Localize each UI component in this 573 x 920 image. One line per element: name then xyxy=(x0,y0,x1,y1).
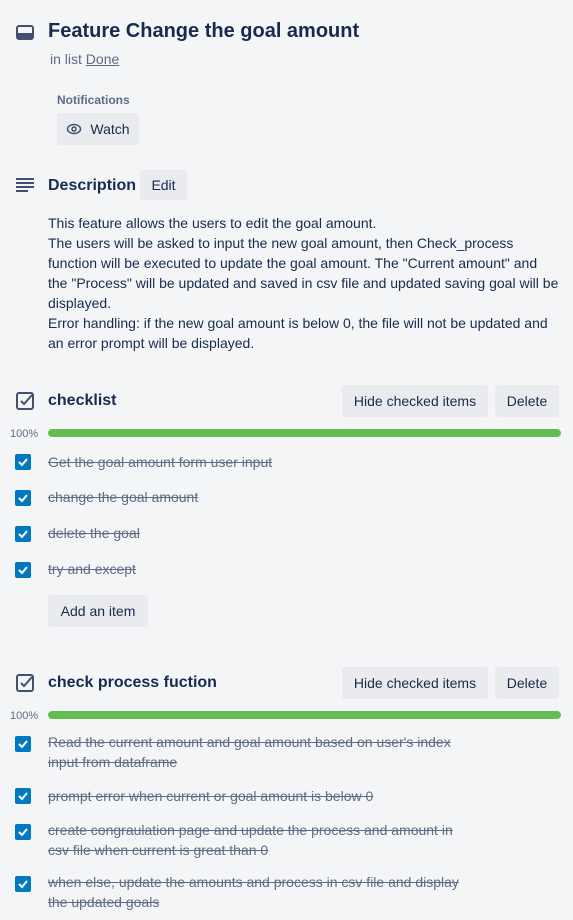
edit-description-button[interactable]: Edit xyxy=(140,170,187,200)
watch-button[interactable]: Watch xyxy=(57,113,139,145)
card-icon xyxy=(14,22,36,44)
checklist-title: check process fuction xyxy=(48,674,217,691)
delete-checklist-button[interactable]: Delete xyxy=(495,385,559,417)
card-title: Feature Change the goal amount xyxy=(48,20,360,42)
checkbox[interactable] xyxy=(15,736,31,752)
checklist-item-text[interactable]: try and except xyxy=(48,559,468,579)
checkbox[interactable] xyxy=(15,490,31,506)
checklist-item-text[interactable]: Read the current amount and goal amount … xyxy=(48,732,468,772)
checklist-icon xyxy=(14,672,36,694)
checklist-item-text[interactable]: when else, update the amounts and proces… xyxy=(48,872,468,912)
checklist-item-text[interactable]: change the goal amount xyxy=(48,487,468,507)
progress-percent: 100% xyxy=(10,428,39,440)
checklist-title: checklist xyxy=(48,392,117,409)
in-list-text: in list Done xyxy=(50,51,119,67)
watch-label: Watch xyxy=(90,121,130,137)
description-body: This feature allows the users to edit th… xyxy=(48,213,560,353)
hide-checked-items-button[interactable]: Hide checked items xyxy=(342,385,488,417)
checkmark-icon xyxy=(18,828,28,837)
checkmark-icon xyxy=(18,880,28,889)
checkbox[interactable] xyxy=(15,526,31,542)
checkmark-icon xyxy=(18,494,28,503)
checkbox[interactable] xyxy=(15,876,31,892)
progress-percent: 100% xyxy=(10,710,39,722)
progress-bar xyxy=(48,429,561,437)
description-lines-icon xyxy=(14,174,36,196)
checklist-item-text[interactable]: delete the goal xyxy=(48,523,468,543)
delete-checklist-button[interactable]: Delete xyxy=(495,667,559,699)
description-line: Error handling: if the new goal amount i… xyxy=(48,315,548,351)
checkmark-icon xyxy=(18,566,28,575)
add-item-button[interactable]: Add an item xyxy=(48,595,148,627)
description-heading: Description xyxy=(48,177,137,194)
list-link[interactable]: Done xyxy=(86,51,119,67)
in-list-prefix: in list xyxy=(50,51,82,67)
checklist-item-text[interactable]: prompt error when current or goal amount… xyxy=(48,786,468,806)
checklist-item-text[interactable]: Get the goal amount form user input xyxy=(48,452,468,472)
checkmark-icon xyxy=(18,530,28,539)
progress-fill xyxy=(48,429,561,437)
checkmark-icon xyxy=(18,458,28,467)
checkbox[interactable] xyxy=(15,562,31,578)
checkbox[interactable] xyxy=(15,788,31,804)
description-line: This feature allows the users to edit th… xyxy=(48,215,377,231)
hide-checked-items-button[interactable]: Hide checked items xyxy=(342,667,488,699)
checklist-icon xyxy=(14,390,36,412)
checklist-item-text[interactable]: create congraulation page and update the… xyxy=(48,820,468,860)
notifications-label: Notifications xyxy=(57,93,130,107)
checkmark-icon xyxy=(18,792,28,801)
checkmark-icon xyxy=(18,740,28,749)
description-line: The users will be asked to input the new… xyxy=(48,235,559,311)
progress-bar xyxy=(48,711,561,719)
eye-icon xyxy=(67,123,82,135)
checkbox[interactable] xyxy=(15,454,31,470)
checkbox[interactable] xyxy=(15,824,31,840)
progress-fill xyxy=(48,711,561,719)
